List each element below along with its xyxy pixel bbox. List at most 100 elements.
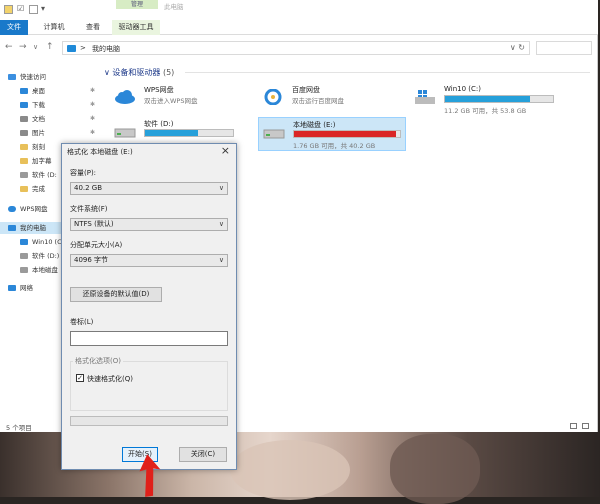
format-progress-bar [70, 416, 228, 426]
tab-view[interactable]: 查看 [78, 20, 108, 35]
format-dialog: 格式化 本地磁盘 (E:) × 容量(P): 40.2 GB ∨ 文件系统(F) … [61, 143, 237, 470]
allocation-label: 分配单元大小(A) [70, 241, 123, 249]
drive-info: 1.76 GB 可用，共 40.2 GB [293, 142, 376, 150]
sidebar-item-downloads[interactable]: 下载 ✱ [0, 99, 96, 111]
folder-icon [20, 186, 28, 192]
volume-label-input[interactable] [70, 331, 228, 346]
pin-icon: ✱ [90, 115, 96, 122]
section-header[interactable]: ∨ 设备和驱动器 (5) [104, 67, 174, 78]
drive-name: WPS网盘 [144, 86, 174, 94]
allocation-select[interactable]: 4096 字节 ∨ [70, 254, 228, 267]
filesystem-select[interactable]: NTFS (默认) ∨ [70, 218, 228, 231]
windows-drive-icon [20, 239, 28, 245]
usage-bar [293, 130, 401, 138]
computer-icon [8, 225, 16, 231]
drive-icon [114, 128, 136, 138]
drive-item-baidu[interactable]: 百度网盘 双击运行百度网盘 [258, 83, 398, 117]
drive-icon [20, 172, 28, 178]
capacity-select[interactable]: 40.2 GB ∨ [70, 182, 228, 195]
drive-item-wps[interactable]: WPS网盘 双击进入WPS网盘 [110, 83, 250, 117]
dialog-title: 格式化 本地磁盘 (E:) [67, 148, 133, 156]
quick-format-label: 快速格式化(Q) [87, 375, 133, 383]
drive-icon [20, 253, 28, 259]
format-options-title: 格式化选项(O) [73, 356, 123, 366]
drive-item-e[interactable]: 本地磁盘 (E:) 1.76 GB 可用，共 40.2 GB [258, 117, 406, 151]
document-folder-icon [20, 116, 28, 122]
computer-icon [67, 45, 76, 52]
folder-icon [4, 5, 13, 14]
drive-name: 本地磁盘 (E:) [293, 121, 336, 129]
usage-fill [445, 96, 531, 102]
pin-icon: ✱ [90, 87, 96, 94]
address-bar[interactable]: > 我的电脑 ∨ ↻ [62, 41, 530, 55]
manage-context-tab[interactable]: 管理 [116, 0, 158, 9]
usage-bar [444, 95, 554, 103]
quick-format-checkbox[interactable]: ✓ [76, 374, 84, 382]
folder-icon [20, 158, 28, 164]
drive-item-c[interactable]: Win10 (C:) 11.2 GB 可用，共 53.8 GB [410, 83, 560, 117]
pin-icon: ✱ [90, 129, 96, 136]
refresh-icon[interactable]: ∨ ↻ [510, 43, 525, 52]
windows-drive-icon [415, 90, 435, 104]
red-arrow-annotation [139, 454, 161, 497]
drive-name: Win10 (C:) [444, 85, 481, 93]
drive-info: 11.2 GB 可用，共 53.8 GB [444, 107, 527, 115]
cloud-icon [8, 206, 16, 212]
tab-file[interactable]: 文件 [0, 20, 28, 35]
download-folder-icon [20, 102, 28, 108]
drive-subtitle: 双击运行百度网盘 [292, 97, 344, 105]
cloud-icon [115, 90, 135, 104]
section-title: 设备和驱动器 [112, 68, 161, 77]
window-title: 此电脑 [164, 3, 184, 11]
navigation-bar: ← → ∨ ↑ > 我的电脑 ∨ ↻ [0, 38, 598, 56]
usage-bar [144, 129, 234, 137]
chevron-down-icon[interactable]: ∨ [33, 41, 38, 53]
sidebar-item-pictures[interactable]: 图片 ✱ [0, 127, 96, 139]
restore-defaults-button[interactable]: 还原设备的默认值(D) [70, 287, 162, 302]
drive-subtitle: 双击进入WPS网盘 [144, 97, 198, 105]
up-icon[interactable]: ↑ [46, 41, 54, 53]
item-count: 5 个项目 [6, 424, 32, 432]
baidu-netdisk-icon [264, 89, 282, 105]
section-count: (5) [162, 68, 175, 77]
pin-icon: ✱ [90, 101, 96, 108]
filesystem-label: 文件系统(F) [70, 205, 108, 213]
chevron-down-icon: ∨ [218, 184, 224, 192]
folder-icon [20, 144, 28, 150]
desktop-folder-icon [20, 88, 28, 94]
forward-icon[interactable]: → [19, 41, 27, 53]
divider [185, 72, 590, 73]
sidebar-item-documents[interactable]: 文档 ✱ [0, 113, 96, 125]
breadcrumb[interactable]: 我的电脑 [92, 44, 120, 54]
drive-icon [20, 267, 28, 273]
drive-name: 软件 (D:) [144, 120, 174, 128]
usage-fill [145, 130, 198, 136]
breadcrumb-separator: > [80, 44, 86, 52]
sidebar-item-quick-access[interactable]: 快速访问 [0, 71, 96, 83]
properties-icon[interactable]: ☑ [17, 4, 24, 13]
capacity-label: 容量(P): [70, 169, 97, 177]
back-icon[interactable]: ← [5, 41, 13, 53]
close-icon[interactable]: × [221, 144, 230, 157]
dropdown-icon[interactable]: ▾ [41, 4, 45, 13]
ribbon-tabs: 文件 计算机 查看 驱动器工具 [0, 20, 598, 35]
close-button[interactable]: 关闭(C) [179, 447, 227, 462]
chevron-down-icon: ∨ [218, 220, 224, 228]
chevron-down-icon: ∨ [218, 256, 224, 264]
large-icons-view-icon[interactable] [582, 423, 589, 429]
format-options-group [70, 361, 228, 411]
network-icon [8, 285, 16, 291]
tab-drive-tools[interactable]: 驱动器工具 [112, 20, 160, 35]
search-input[interactable] [536, 41, 592, 55]
title-bar: ☑ ▾ 管理 此电脑 [0, 0, 598, 20]
sidebar-item-desktop[interactable]: 桌面 ✱ [0, 85, 96, 97]
usage-fill [294, 131, 396, 137]
star-icon [8, 74, 16, 80]
tab-computer[interactable]: 计算机 [34, 20, 74, 35]
new-folder-icon[interactable] [29, 5, 38, 14]
drive-name: 百度网盘 [292, 86, 320, 94]
details-view-icon[interactable] [570, 423, 577, 429]
volume-label-label: 卷标(L) [70, 318, 94, 326]
pictures-folder-icon [20, 130, 28, 136]
drive-icon [263, 129, 285, 139]
